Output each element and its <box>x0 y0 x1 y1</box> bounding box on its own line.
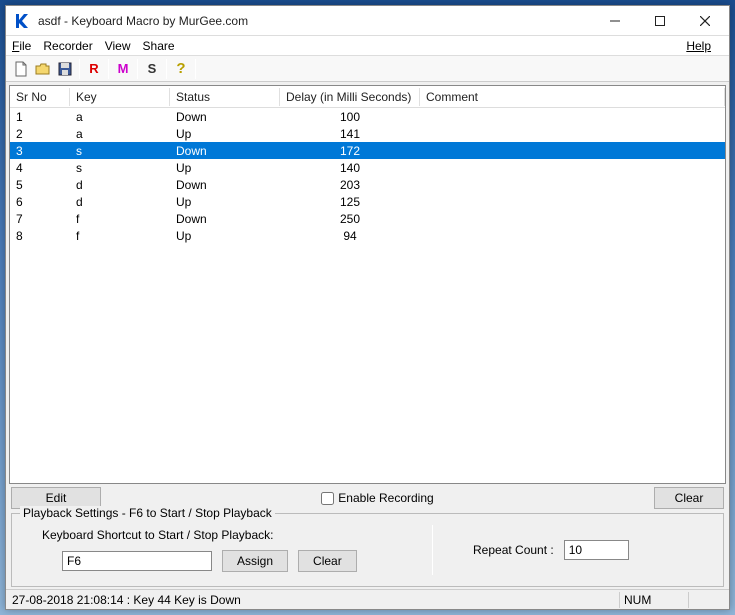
open-button[interactable] <box>32 58 54 80</box>
cell-key: a <box>70 125 170 143</box>
cell-comment <box>420 234 725 238</box>
maximize-button[interactable] <box>637 7 682 35</box>
cell-no: 7 <box>10 210 70 228</box>
cell-no: 6 <box>10 193 70 211</box>
status-bar: 27-08-2018 21:08:14 : Key 44 Key is Down… <box>6 589 729 609</box>
cell-comment <box>420 200 725 204</box>
minimize-button[interactable] <box>592 7 637 35</box>
table-row[interactable]: 6dUp125 <box>10 193 725 210</box>
menu-file-text: ile <box>19 39 31 53</box>
enable-recording-checkbox[interactable] <box>321 492 334 505</box>
cell-comment <box>420 115 725 119</box>
assign-button[interactable]: Assign <box>222 550 288 572</box>
table-row[interactable]: 7fDown250 <box>10 210 725 227</box>
record-button[interactable]: R <box>83 58 105 80</box>
cell-status: Up <box>170 125 280 143</box>
cell-delay: 125 <box>280 193 420 211</box>
cell-status: Down <box>170 176 280 194</box>
table-row[interactable]: 3sDown172 <box>10 142 725 159</box>
cell-key: d <box>70 176 170 194</box>
cell-no: 1 <box>10 108 70 126</box>
column-delay[interactable]: Delay (in Milli Seconds) <box>280 88 420 106</box>
content-area: Sr No Key Status Delay (in Milli Seconds… <box>6 82 729 589</box>
window-buttons <box>592 7 727 35</box>
title-bar[interactable]: asdf - Keyboard Macro by MurGee.com <box>6 6 729 36</box>
table-row[interactable]: 1aDown100 <box>10 108 725 125</box>
shortcut-label: Keyboard Shortcut to Start / Stop Playba… <box>42 528 412 542</box>
cell-key: d <box>70 193 170 211</box>
table-row[interactable]: 5dDown203 <box>10 176 725 193</box>
clear-shortcut-button[interactable]: Clear <box>298 550 357 572</box>
table-row[interactable]: 2aUp141 <box>10 125 725 142</box>
cell-no: 2 <box>10 125 70 143</box>
table-row[interactable]: 4sUp140 <box>10 159 725 176</box>
column-srno[interactable]: Sr No <box>10 88 70 106</box>
cell-comment <box>420 183 725 187</box>
menu-share[interactable]: Share <box>143 39 175 53</box>
cell-status: Up <box>170 227 280 245</box>
cell-delay: 140 <box>280 159 420 177</box>
new-button[interactable] <box>10 58 32 80</box>
cell-delay: 250 <box>280 210 420 228</box>
cell-key: s <box>70 142 170 160</box>
table-row[interactable]: 8fUp94 <box>10 227 725 244</box>
window-title: asdf - Keyboard Macro by MurGee.com <box>38 14 592 28</box>
cell-delay: 94 <box>280 227 420 245</box>
app-window: asdf - Keyboard Macro by MurGee.com File… <box>5 5 730 610</box>
repeat-count-input[interactable] <box>564 540 629 560</box>
clear-list-button[interactable]: Clear <box>654 487 724 509</box>
cell-key: f <box>70 227 170 245</box>
save-button[interactable] <box>54 58 76 80</box>
menu-recorder[interactable]: Recorder <box>43 39 92 53</box>
list-body: 1aDown1002aUp1413sDown1724sUp1405dDown20… <box>10 108 725 244</box>
menu-file[interactable]: File <box>12 39 31 53</box>
app-icon <box>14 12 32 30</box>
menu-view[interactable]: View <box>105 39 131 53</box>
cell-no: 4 <box>10 159 70 177</box>
cell-delay: 172 <box>280 142 420 160</box>
cell-key: s <box>70 159 170 177</box>
column-key[interactable]: Key <box>70 88 170 106</box>
cell-status: Up <box>170 159 280 177</box>
list-header: Sr No Key Status Delay (in Milli Seconds… <box>10 86 725 108</box>
cell-key: f <box>70 210 170 228</box>
toolbar: R M S ? <box>6 56 729 82</box>
cell-delay: 100 <box>280 108 420 126</box>
close-button[interactable] <box>682 7 727 35</box>
menu-help[interactable]: Help <box>686 39 711 53</box>
enable-recording-label[interactable]: Enable Recording <box>338 491 433 505</box>
menu-bar: File Recorder View Share Help <box>6 36 729 56</box>
cell-status: Down <box>170 108 280 126</box>
cell-comment <box>420 166 725 170</box>
cell-no: 5 <box>10 176 70 194</box>
cell-delay: 203 <box>280 176 420 194</box>
macro-list[interactable]: Sr No Key Status Delay (in Milli Seconds… <box>9 85 726 484</box>
repeat-label: Repeat Count : <box>473 543 554 557</box>
cell-delay: 141 <box>280 125 420 143</box>
cell-status: Down <box>170 142 280 160</box>
cell-no: 8 <box>10 227 70 245</box>
s-button[interactable]: S <box>141 58 163 80</box>
cell-comment <box>420 217 725 221</box>
playback-settings-group: Playback Settings - F6 to Start / Stop P… <box>11 513 724 587</box>
status-num: NUM <box>624 593 684 607</box>
cell-comment <box>420 132 725 136</box>
cell-no: 3 <box>10 142 70 160</box>
m-button[interactable]: M <box>112 58 134 80</box>
status-text: 27-08-2018 21:08:14 : Key 44 Key is Down <box>12 593 615 607</box>
cell-comment <box>420 149 725 153</box>
column-comment[interactable]: Comment <box>420 88 725 106</box>
cell-key: a <box>70 108 170 126</box>
cell-status: Down <box>170 210 280 228</box>
column-status[interactable]: Status <box>170 88 280 106</box>
shortcut-input[interactable] <box>62 551 212 571</box>
cell-status: Up <box>170 193 280 211</box>
help-button[interactable]: ? <box>170 58 192 80</box>
playback-legend: Playback Settings - F6 to Start / Stop P… <box>20 506 275 520</box>
